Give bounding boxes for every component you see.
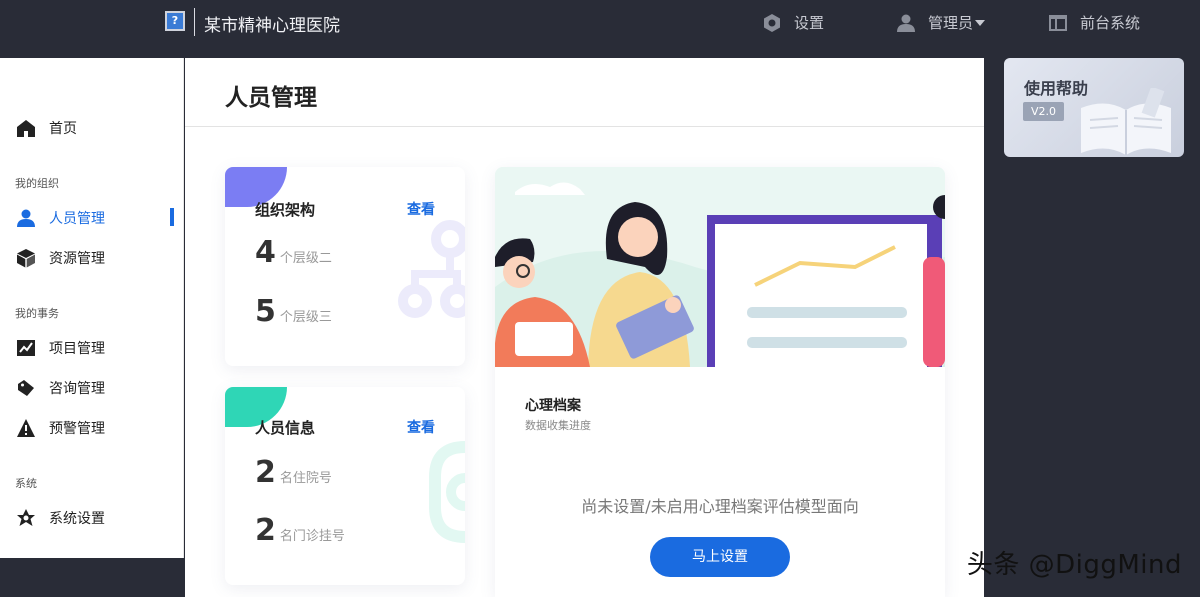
page-header: 人员管理 — [185, 58, 984, 127]
staff-view-link[interactable]: 查看 — [407, 417, 435, 437]
gear-icon — [764, 13, 780, 32]
staff-info-card: 人员信息 查看 2 名住院号 2 名门诊挂号 — [225, 387, 465, 585]
help-card[interactable]: 使用帮助 V2.0 — [1004, 58, 1184, 157]
psych-archive-card: 心理档案 数据收集进度 尚未设置/未启用心理档案评估模型面向 马上设置 — [495, 167, 945, 597]
stat-unit: 个层级二 — [279, 251, 332, 266]
stat-inpatient: 2 名住院号 — [255, 455, 332, 490]
group-title-affairs: 我的事务 — [15, 307, 59, 320]
stat-number: 5 — [255, 294, 276, 329]
sidebar-item-consult[interactable]: 咨询管理 — [16, 378, 105, 398]
version-badge: V2.0 — [1023, 102, 1065, 121]
watermark: 头条 @DiggMind — [966, 550, 1182, 580]
sidebar-item-projects[interactable]: 项目管理 — [16, 338, 105, 358]
cube-icon — [17, 249, 35, 268]
settings-star-icon — [17, 509, 35, 526]
admin-label: 管理员 — [928, 14, 974, 32]
warning-icon — [17, 419, 35, 437]
sidebar-item-label: 咨询管理 — [49, 381, 105, 397]
logo-icon: ? — [165, 11, 185, 31]
chevron-down-icon — [975, 19, 986, 26]
team-illustration — [495, 167, 945, 367]
stat-number: 2 — [255, 513, 276, 548]
sidebar-item-home[interactable]: 首页 — [16, 118, 77, 138]
setup-now-button[interactable]: 马上设置 — [650, 537, 790, 577]
page-title: 人员管理 — [225, 85, 317, 111]
app-title: 某市精神心理医院 — [204, 16, 340, 36]
staff-deco-icon — [429, 441, 465, 543]
layout-icon — [1049, 14, 1067, 31]
card-title: 组织架构 — [255, 201, 316, 219]
active-indicator — [170, 208, 174, 226]
sidebar-item-label: 项目管理 — [49, 341, 105, 357]
chart-icon — [17, 340, 35, 356]
tag-icon — [18, 380, 34, 396]
stat-number: 2 — [255, 455, 276, 490]
stat-level3: 5 个层级三 — [255, 294, 332, 329]
empty-state-message: 尚未设置/未启用心理档案评估模型面向 — [581, 497, 859, 516]
sidebar-item-resources[interactable]: 资源管理 — [16, 248, 105, 268]
org-view-link[interactable]: 查看 — [407, 199, 435, 219]
sidebar-item-label: 首页 — [49, 121, 77, 137]
stat-level2: 4 个层级二 — [255, 235, 332, 270]
card-title: 人员信息 — [255, 419, 316, 437]
group-title-system: 系统 — [15, 477, 37, 490]
group-title-org: 我的组织 — [15, 177, 59, 190]
stat-unit: 名门诊挂号 — [279, 529, 345, 544]
frontend-label: 前台系统 — [1080, 14, 1141, 32]
settings-label: 设置 — [794, 14, 825, 32]
sidebar-item-label: 预警管理 — [49, 421, 105, 437]
stat-unit: 名住院号 — [279, 471, 332, 486]
home-icon — [17, 120, 35, 137]
frontend-link[interactable]: 前台系统 — [1048, 12, 1140, 33]
org-chart-icon — [398, 220, 465, 318]
sidebar-item-label: 人员管理 — [49, 211, 105, 227]
help-title: 使用帮助 — [1024, 79, 1089, 98]
sidebar: 首页 我的组织 人员管理 资源管理 我的事务 项目管理 咨询管理 预警管理 系统… — [0, 58, 184, 558]
archive-desc: 数据收集进度 — [525, 419, 591, 432]
user-icon — [897, 14, 915, 32]
main-panel: 人员管理 组织架构 查看 4 个层级二 5 个层级三 人员信息 查看 2 名住院… — [185, 58, 984, 597]
sidebar-item-label: 系统设置 — [49, 511, 105, 527]
stat-unit: 个层级三 — [279, 310, 332, 325]
settings-menu[interactable]: 设置 — [762, 12, 824, 33]
sidebar-item-system-settings[interactable]: 系统设置 — [16, 508, 105, 528]
stat-outpatient: 2 名门诊挂号 — [255, 513, 345, 548]
sidebar-item-label: 资源管理 — [49, 251, 105, 267]
sidebar-item-personnel[interactable]: 人员管理 — [16, 208, 105, 228]
admin-menu[interactable]: 管理员 — [896, 12, 986, 33]
logo-divider — [194, 8, 195, 36]
sidebar-item-warning[interactable]: 预警管理 — [16, 418, 105, 438]
person-icon — [17, 209, 35, 227]
stat-number: 4 — [255, 235, 276, 270]
top-bar: ? 某市精神心理医院 设置 管理员 前台系统 — [0, 0, 1200, 46]
archive-title: 心理档案 — [525, 398, 581, 414]
book-icon — [1081, 88, 1171, 155]
org-structure-card: 组织架构 查看 4 个层级二 5 个层级三 — [225, 167, 465, 366]
